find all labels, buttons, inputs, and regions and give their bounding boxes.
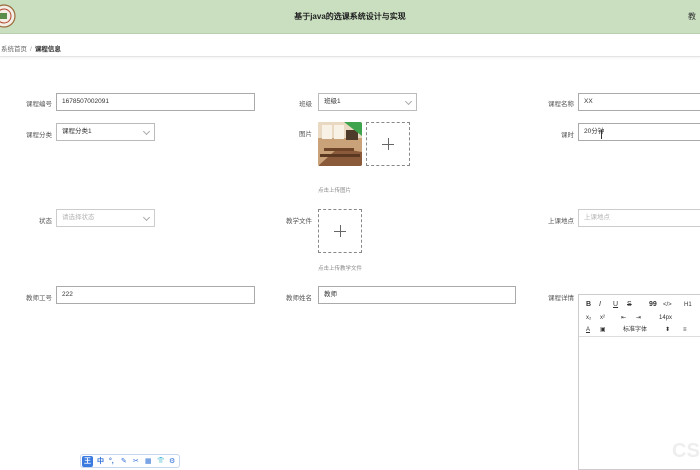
category-select[interactable]: 课程分类1	[56, 123, 155, 141]
text-cursor	[601, 130, 602, 139]
ime-toolbar[interactable]: 王 中 °, ✎ ✂ ▦ 👕 ⚙	[80, 454, 180, 468]
ime-settings-icon[interactable]: ⚙	[169, 456, 175, 467]
watermark: CS	[672, 440, 700, 462]
course-name-input[interactable]: XX	[578, 93, 700, 111]
font-color-button[interactable]: A	[586, 325, 590, 335]
teaching-file-upload-button[interactable]	[318, 209, 362, 253]
system-title: 基于java的选课系统设计与实现	[294, 12, 406, 21]
ime-punctuation-icon[interactable]: °,	[109, 456, 114, 467]
bold-button[interactable]: B	[586, 300, 591, 310]
italic-button[interactable]: I	[599, 300, 601, 310]
editor-toolbar: B I U S 99 </> H1 x₂ x² ⇤ ⇥ 14px A ▣ 标准字…	[579, 295, 700, 337]
picture-label: 图片	[299, 131, 312, 138]
class-select-value: 班级1	[324, 98, 341, 105]
classroom-image-icon	[318, 122, 362, 166]
font-size-select[interactable]: 14px	[659, 313, 672, 323]
user-info[interactable]: 教	[688, 11, 700, 22]
teacher-name-label: 教师姓名	[286, 295, 312, 302]
align-button[interactable]: ≡	[683, 325, 687, 335]
ime-scissors-icon[interactable]: ✂	[133, 456, 139, 467]
superscript-button[interactable]: x²	[600, 313, 605, 323]
chevron-down-icon	[404, 97, 413, 106]
class-label: 班级	[299, 101, 312, 108]
ime-chinese-mode-icon[interactable]: 中	[97, 456, 104, 467]
picture-upload-button[interactable]	[366, 122, 410, 166]
plus-icon-stroke	[388, 138, 389, 150]
blockquote-button[interactable]: 99	[649, 300, 657, 310]
uploaded-picture-thumbnail[interactable]	[318, 122, 362, 166]
category-select-value: 课程分类1	[62, 128, 92, 135]
breadcrumb-current: 课程信息	[34, 46, 61, 53]
font-family-chevron-icon: ⬍	[665, 327, 671, 333]
details-label: 课程详情	[548, 295, 574, 302]
ime-handwriting-icon[interactable]: ✎	[121, 456, 127, 467]
outdent-button[interactable]: ⇤	[621, 313, 626, 323]
underline-button[interactable]: U	[613, 300, 618, 310]
plus-icon-stroke	[340, 225, 341, 237]
breadcrumb: 系统首页 / 课程信息	[1, 43, 61, 53]
status-select-placeholder: 请选择状态	[62, 214, 95, 221]
teaching-file-upload-hint: 点击上传教学文件	[318, 266, 363, 272]
breadcrumb-bar: 系统首页 / 课程信息	[0, 36, 700, 57]
category-label: 课程分类	[26, 132, 52, 139]
teaching-file-label: 教学文件	[286, 218, 312, 225]
location-input-placeholder: 上课地点	[584, 214, 610, 221]
status-label: 状态	[39, 218, 52, 225]
top-header: 基于java的选课系统设计与实现 教	[0, 0, 700, 34]
course-code-input[interactable]: 1678507002091	[56, 93, 255, 111]
header1-button[interactable]: H1	[684, 300, 692, 310]
strikethrough-button[interactable]: S	[627, 300, 632, 310]
course-code-label: 课程编号	[26, 101, 52, 108]
class-select[interactable]: 班级1	[318, 93, 417, 111]
teacher-name-input[interactable]: 教师	[318, 286, 516, 304]
indent-button[interactable]: ⇥	[636, 313, 641, 323]
picture-upload-hint: 点击上传图片	[318, 188, 352, 194]
code-block-button[interactable]: </>	[663, 300, 672, 310]
location-label: 上课地点	[548, 218, 574, 225]
ime-logo-icon[interactable]: 王	[82, 456, 93, 467]
hours-label: 课时	[561, 132, 574, 139]
breadcrumb-home[interactable]: 系统首页	[1, 46, 27, 53]
hours-input[interactable]: 20分钟	[578, 123, 700, 141]
ime-keyboard-icon[interactable]: ▦	[145, 456, 152, 467]
course-name-label: 课程名称	[548, 101, 574, 108]
subscript-button[interactable]: x₂	[586, 313, 591, 323]
location-input[interactable]: 上课地点	[578, 209, 700, 227]
font-family-select[interactable]: 标准字体	[623, 325, 647, 335]
background-color-button[interactable]: ▣	[600, 325, 606, 335]
status-select[interactable]: 请选择状态	[56, 209, 155, 227]
teacher-id-input[interactable]: 222	[56, 286, 255, 304]
ime-skin-icon[interactable]: 👕	[157, 456, 164, 467]
teacher-id-label: 教师工号	[26, 295, 52, 302]
chevron-down-icon	[142, 213, 151, 222]
chevron-down-icon	[142, 127, 151, 136]
breadcrumb-separator: /	[30, 46, 32, 53]
